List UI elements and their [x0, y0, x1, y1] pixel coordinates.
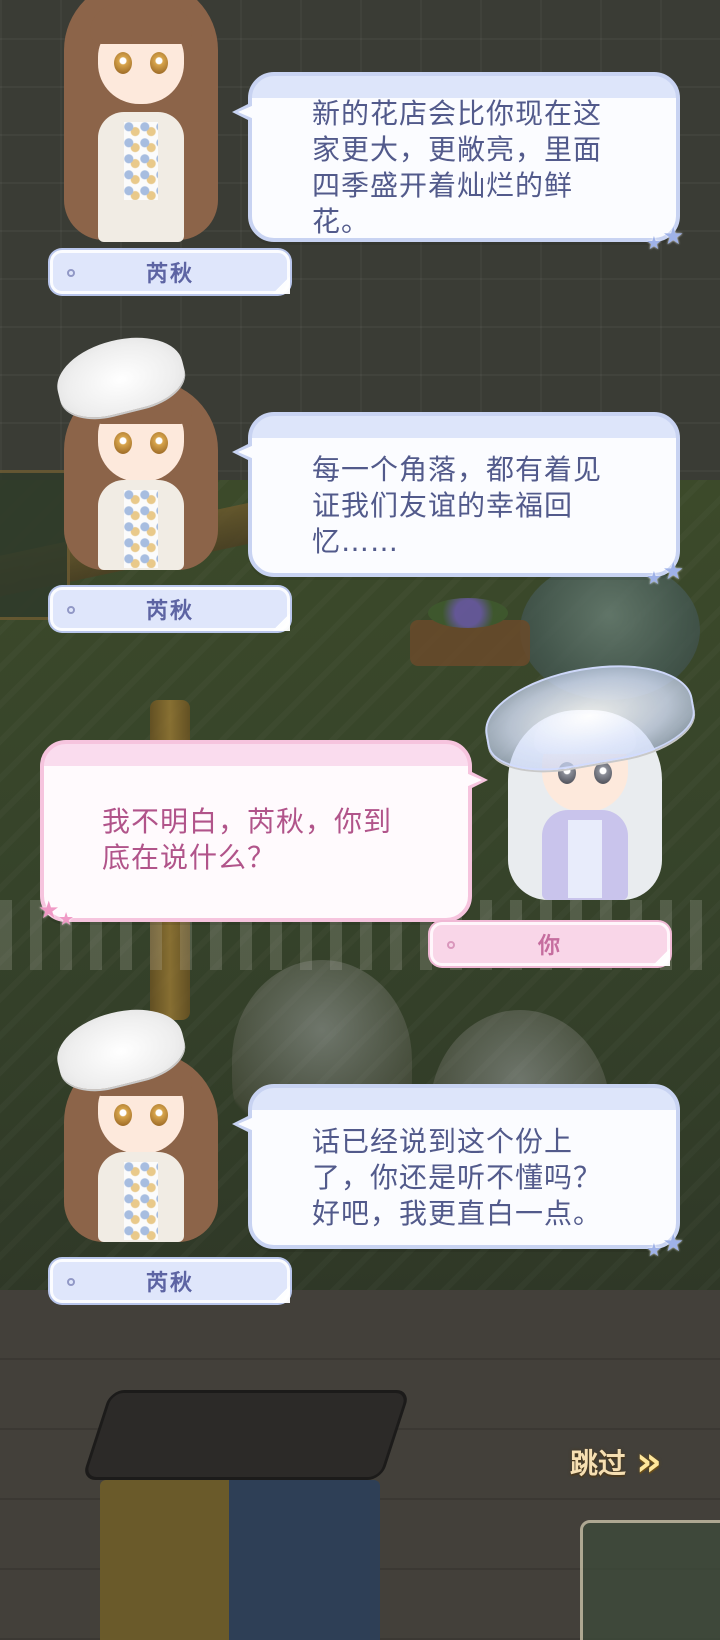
dress — [98, 1152, 184, 1242]
eye-icon — [150, 52, 168, 74]
dialogue-bubble-3[interactable]: 我不明白，芮秋，你到 底在说什么？ ★ ★ — [38, 740, 488, 930]
eye-icon — [150, 432, 168, 454]
dot-icon — [67, 606, 75, 614]
page-curl-icon — [652, 948, 670, 966]
dialogue-bubble-4[interactable]: 话已经说到这个份上 了，你还是听不懂吗？ 好吧，我更直白一点。 ★ ★ — [232, 1084, 684, 1261]
character-portrait-ruiqiu — [46, 997, 236, 1242]
dialogue-bubble-1[interactable]: 新的花店会比你现在这 家更大，更敞亮，里面 四季盛开着灿烂的鲜 花。 ★ ★ — [232, 72, 684, 254]
star-icon: ★ — [645, 1240, 662, 1261]
dot-icon — [447, 941, 455, 949]
star-icon: ★ — [662, 557, 684, 585]
dialogue-text: 我不明白，芮秋，你到 底在说什么？ — [102, 805, 393, 874]
speaker-name: 芮秋 — [145, 599, 194, 624]
page-curl-icon — [272, 613, 290, 631]
trash-bins — [100, 1480, 380, 1640]
eye-icon — [114, 1104, 132, 1126]
skip-button[interactable]: 跳过 » — [570, 1437, 700, 1487]
eye-icon — [114, 432, 132, 454]
eye-icon — [594, 762, 612, 784]
speaker-nameplate: 芮秋 — [50, 1259, 290, 1303]
eye-icon — [114, 52, 132, 74]
flower-crate — [580, 1520, 720, 1640]
speaker-name: 芮秋 — [145, 262, 194, 287]
dress — [542, 810, 628, 900]
lace-hat — [477, 650, 701, 782]
star-icon: ★ — [645, 233, 662, 254]
star-icon: ★ — [38, 896, 60, 924]
double-chevron-right-icon: » — [636, 1439, 662, 1485]
character-portrait-ruiqiu — [46, 0, 236, 245]
character-portrait-ruiqiu — [46, 325, 236, 570]
speaker-nameplate: 你 — [430, 922, 670, 966]
star-icon: ★ — [662, 222, 684, 250]
skip-label: 跳过 — [570, 1447, 627, 1480]
dialogue-bubble-2[interactable]: 每一个角落，都有着见 证我们友谊的幸福回 忆…… ★ ★ — [232, 412, 684, 589]
speaker-name: 芮秋 — [145, 1271, 194, 1296]
star-icon: ★ — [645, 568, 662, 589]
star-icon: ★ — [58, 909, 75, 930]
flower-planter — [410, 598, 530, 666]
dialogue-text: 新的花店会比你现在这 家更大，更敞亮，里面 四季盛开着灿烂的鲜 花。 — [312, 97, 603, 238]
page-curl-icon — [272, 276, 290, 294]
speaker-nameplate: 芮秋 — [50, 587, 290, 631]
bench — [81, 1390, 411, 1480]
star-icon: ★ — [662, 1229, 684, 1257]
dialogue-text: 话已经说到这个份上 了，你还是听不懂吗？ 好吧，我更直白一点。 — [312, 1125, 603, 1230]
dot-icon — [67, 269, 75, 277]
speaker-name: 你 — [537, 934, 562, 959]
page-curl-icon — [272, 1285, 290, 1303]
hair-fringe — [90, 4, 192, 44]
dialogue-text: 每一个角落，都有着见 证我们友谊的幸福回 忆…… — [312, 453, 603, 558]
character-portrait-player — [477, 650, 701, 900]
speaker-nameplate: 芮秋 — [50, 250, 290, 294]
dot-icon — [67, 1278, 75, 1286]
dress — [98, 112, 184, 242]
dress — [98, 480, 184, 570]
eye-icon — [150, 1104, 168, 1126]
